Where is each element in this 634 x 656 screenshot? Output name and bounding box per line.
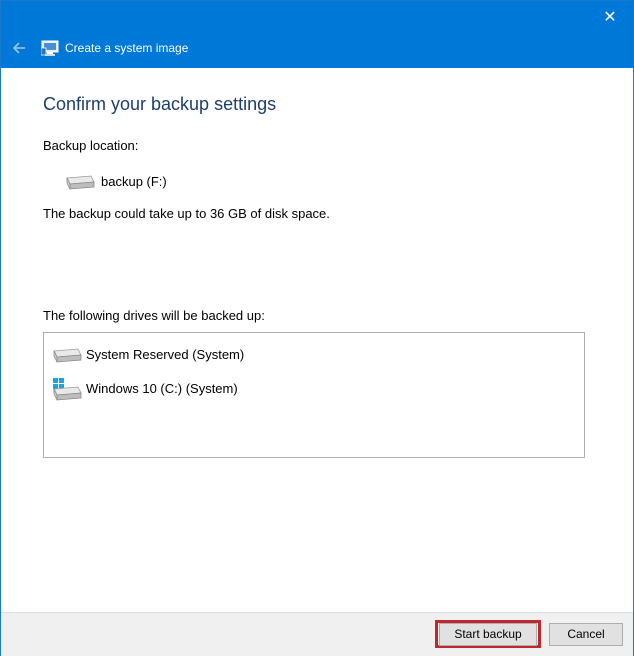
- windows-drive-icon: [53, 378, 82, 401]
- main-content: Confirm your backup settings Backup loca…: [1, 68, 633, 612]
- cancel-label: Cancel: [567, 627, 605, 641]
- close-icon: ✕: [603, 9, 617, 26]
- backup-location-label: Backup location:: [43, 138, 139, 153]
- drives-list[interactable]: System Reserved (System) Windows 10 (C:)…: [43, 332, 585, 458]
- back-arrow-icon[interactable]: [9, 38, 29, 58]
- start-backup-button[interactable]: Start backup: [439, 623, 537, 646]
- list-item[interactable]: System Reserved (System): [50, 343, 550, 369]
- window-title: Create a system image: [65, 41, 189, 55]
- title-bar: ✕ Create a system image: [1, 1, 633, 68]
- footer-bar: Start backup Cancel: [1, 612, 633, 656]
- drives-label: The following drives will be backed up:: [43, 308, 265, 323]
- disk-space-note: The backup could take up to 36 GB of dis…: [43, 206, 330, 221]
- drive-icon: [66, 175, 95, 190]
- close-button[interactable]: ✕: [595, 5, 625, 31]
- drive-label: System Reserved (System): [86, 347, 245, 362]
- backup-location-value: backup (F:): [101, 174, 167, 189]
- system-image-icon: [41, 40, 59, 56]
- cancel-button[interactable]: Cancel: [549, 623, 623, 646]
- start-backup-label: Start backup: [454, 627, 522, 641]
- list-item[interactable]: Windows 10 (C:) (System): [50, 377, 550, 403]
- drive-icon: [53, 348, 82, 363]
- create-system-image-window: ✕ Create a system image Confirm your bac…: [0, 0, 634, 656]
- drive-label: Windows 10 (C:) (System): [86, 381, 238, 396]
- page-heading: Confirm your backup settings: [43, 94, 277, 114]
